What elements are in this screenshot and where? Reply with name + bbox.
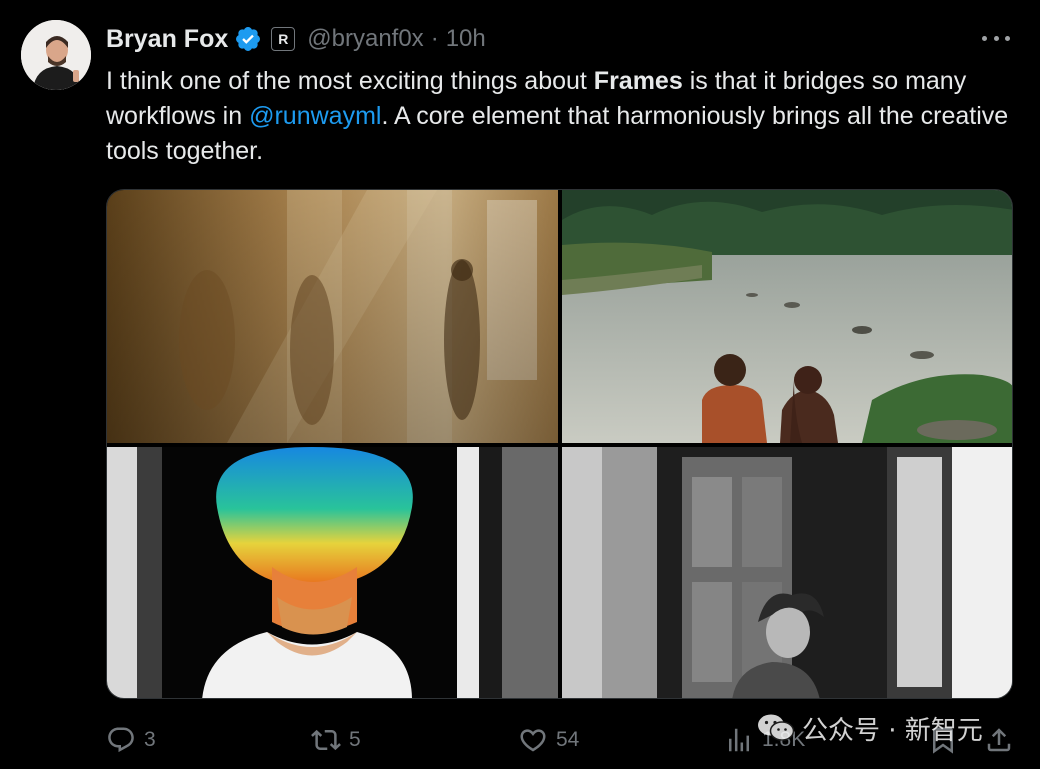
photo-boy-in-doorway-bw — [562, 447, 1012, 698]
reply-icon — [108, 727, 134, 753]
tweet-text: I think one of the most exciting things … — [106, 64, 1021, 169]
media-image-1[interactable] — [107, 190, 558, 443]
photo-river-two-children — [562, 190, 1012, 443]
more-dot — [982, 35, 987, 41]
tweet-text-part: I think one of the most exciting things … — [106, 67, 594, 95]
author-handle[interactable]: @bryanf0x — [307, 25, 423, 53]
more-options-icon[interactable] — [982, 26, 1010, 50]
tweet: Bryan Fox R @bryanf0x · 10h I think one … — [0, 0, 1040, 769]
author-name[interactable]: Bryan Fox — [106, 25, 228, 54]
more-dot — [1005, 35, 1010, 41]
repost-icon — [311, 729, 341, 751]
mention-link[interactable]: @runwayml — [249, 102, 381, 130]
wechat-watermark: 公众号 · 新智元 — [756, 708, 983, 748]
repost-count: 5 — [349, 728, 361, 751]
media-image-2[interactable] — [562, 190, 1012, 443]
heart-icon — [520, 729, 546, 752]
tweet-text-bold: Frames — [593, 67, 683, 95]
verified-badge-icon — [236, 27, 261, 51]
header-separator: · — [430, 25, 439, 52]
photo-rainbow-light-portrait — [107, 447, 558, 698]
author-avatar[interactable] — [21, 20, 91, 90]
reply-button[interactable]: 3 — [106, 720, 156, 760]
share-icon — [987, 728, 1011, 752]
photo-sunlit-hallway-figures — [107, 190, 558, 443]
like-button[interactable]: 54 — [518, 720, 579, 760]
share-button[interactable] — [984, 720, 1022, 760]
watermark-text: 公众号 · 新智元 — [802, 715, 983, 746]
media-image-3[interactable] — [107, 447, 558, 698]
tweet-header: Bryan Fox R @bryanf0x · 10h — [106, 22, 486, 56]
media-image-4[interactable] — [562, 447, 1012, 698]
more-dot — [993, 35, 999, 41]
reply-count: 3 — [144, 728, 156, 751]
tweet-timestamp[interactable]: 10h — [446, 25, 486, 53]
media-grid — [106, 189, 1013, 699]
like-count: 54 — [556, 728, 580, 751]
views-icon — [729, 728, 749, 752]
affiliation-badge[interactable]: R — [271, 27, 296, 51]
repost-button[interactable]: 5 — [311, 720, 361, 760]
wechat-logo-icon — [758, 714, 795, 741]
